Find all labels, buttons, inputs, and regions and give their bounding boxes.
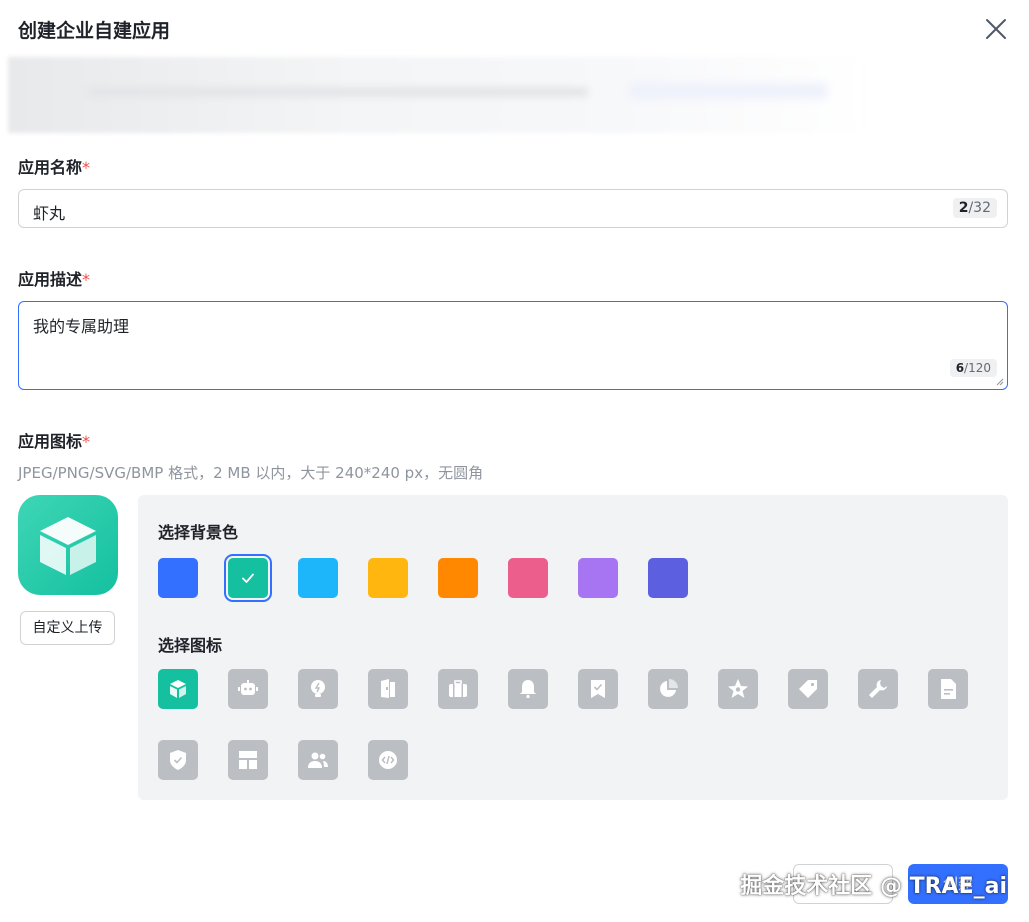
desc-char-counter: 6/120 [949,359,997,377]
close-button[interactable] [983,16,1009,42]
icon-option-tag[interactable] [788,669,828,709]
icon-option-book[interactable] [368,669,408,709]
icon-format-hint: JPEG/PNG/SVG/BMP 格式，2 MB 以内，大于 240*240 p… [18,464,484,482]
color-swatch[interactable] [368,558,408,598]
book-icon [381,679,395,698]
app-icon-preview [18,495,118,595]
wrench-icon [869,680,887,698]
bg-color-title: 选择背景色 [158,523,239,542]
layout-icon [239,751,257,769]
color-swatch[interactable] [298,558,338,598]
watermark: 掘金技术社区 @ TRAE_ai [740,874,1007,899]
icon-option-document[interactable] [928,669,968,709]
icon-option-cube[interactable] [158,669,198,709]
icon-option-wrench[interactable] [858,669,898,709]
users-icon [308,752,328,768]
icon-option-layout[interactable] [228,740,268,780]
icon-option-checklist[interactable] [578,669,618,709]
color-swatch[interactable] [578,558,618,598]
app-desc-value: 我的专属助理 [33,317,130,336]
icon-option-code[interactable] [368,740,408,780]
app-desc-textarea[interactable]: 我的专属助理 6/120 [18,301,1008,390]
icon-option-robot[interactable] [228,669,268,709]
icon-option-shield[interactable] [158,740,198,780]
checklist-icon [591,680,605,698]
app-name-input[interactable]: 虾丸 2/32 [18,189,1008,228]
color-swatch[interactable] [224,554,272,602]
bulb-icon [311,680,325,697]
resize-handle-icon[interactable] [996,378,1004,386]
check-icon [242,573,254,583]
app-icon-label: 应用图标* [18,432,91,451]
color-swatch[interactable] [438,558,478,598]
document-icon [941,679,956,699]
icon-option-bell[interactable] [508,669,548,709]
robot-icon [238,680,258,695]
tag-icon [799,680,817,698]
icon-picker-panel: 选择背景色 选择图标 [138,495,1008,800]
briefcase-icon [449,680,467,697]
app-desc-label: 应用描述* [18,270,91,289]
icon-option-users[interactable] [298,740,338,780]
app-name-value: 虾丸 [33,204,66,223]
icon-option-briefcase[interactable] [438,669,478,709]
app-name-label: 应用名称* [18,158,91,177]
icon-choice-title: 选择图标 [158,636,223,655]
cube-icon [170,680,186,698]
required-mark: * [82,270,91,289]
icon-option-pie-chart[interactable] [648,669,688,709]
star-icon [728,679,748,698]
color-swatch[interactable] [158,558,198,598]
icon-option-star[interactable] [718,669,758,709]
custom-upload-button[interactable]: 自定义上传 [20,611,115,645]
cube-icon [40,517,96,575]
dialog-title: 创建企业自建应用 [18,20,171,42]
required-mark: * [82,158,91,177]
icon-option-bulb[interactable] [298,669,338,709]
close-icon [986,19,1006,39]
create-app-dialog: 创建企业自建应用 应用名称* 虾丸 2/32 应用描述* 我的专属助理 6/12… [0,0,1029,922]
color-swatch[interactable] [648,558,688,598]
pie-chart-icon [660,679,678,697]
blurred-banner [8,57,868,133]
required-mark: * [82,432,91,451]
name-char-counter: 2/32 [952,198,997,218]
code-icon [379,751,397,769]
shield-icon [170,750,186,770]
bell-icon [520,680,536,699]
color-swatch[interactable] [508,558,548,598]
